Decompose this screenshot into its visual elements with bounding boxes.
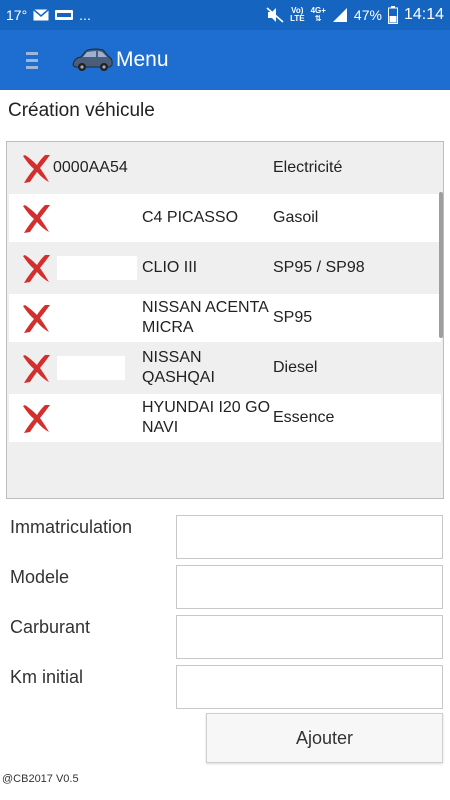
- vehicle-model: [142, 144, 272, 192]
- battery-icon: [387, 6, 398, 24]
- list-scrollbar[interactable]: [439, 192, 443, 338]
- redacted-plate: [57, 356, 125, 380]
- delete-icon[interactable]: [19, 401, 53, 435]
- vehicle-row[interactable]: NISSAN QASHQAI Diesel: [9, 344, 441, 392]
- redacted-plate: [57, 256, 137, 280]
- app-bar-title: Menu: [116, 48, 169, 71]
- carburant-input[interactable]: [176, 615, 443, 659]
- mute-icon: [266, 7, 284, 23]
- delete-icon[interactable]: [19, 351, 53, 385]
- vehicle-row[interactable]: 0000AA54 Electricité: [9, 144, 441, 192]
- vehicle-model: C4 PICASSO: [142, 209, 239, 226]
- modele-input[interactable]: [176, 565, 443, 609]
- vehicle-fuel: Diesel: [273, 359, 318, 376]
- vehicle-list[interactable]: 0000AA54 Electricité C4 PICASSO Gasoil C…: [6, 141, 444, 499]
- mail-icon: [33, 9, 50, 21]
- version-footer: @CB2017 V0.5: [2, 773, 79, 785]
- delete-icon[interactable]: [19, 301, 53, 335]
- vehicle-model: CLIO III: [142, 259, 198, 276]
- immatriculation-label: Immatriculation: [10, 517, 133, 537]
- page-title: Création véhicule: [8, 100, 155, 121]
- battery-percent: 47%: [353, 7, 382, 23]
- temperature-text: 17°: [6, 7, 28, 23]
- immatriculation-input[interactable]: [176, 515, 443, 559]
- delete-icon[interactable]: [19, 201, 53, 235]
- car-logo-icon: [72, 48, 113, 71]
- vehicle-fuel: Essence: [273, 409, 335, 426]
- vehicle-fuel: Electricité: [273, 159, 343, 176]
- more-notifications: ...: [79, 7, 91, 23]
- vehicle-fuel: Gasoil: [273, 209, 319, 226]
- vehicle-row[interactable]: HYUNDAI I20 GO NAVI Essence: [9, 394, 441, 442]
- menu-toggle-button[interactable]: [8, 30, 56, 90]
- vehicle-row[interactable]: NISSAN ACENTA MICRA SP95: [9, 294, 441, 342]
- network-type-indicator: 4G+ ⇅: [310, 6, 326, 23]
- volte-indicator: Vo) LTE: [290, 6, 305, 23]
- carburant-label: Carburant: [10, 617, 91, 637]
- vehicle-plate: 0000AA54: [53, 159, 128, 176]
- vehicle-model: HYUNDAI I20 GO NAVI: [142, 399, 271, 436]
- delete-icon[interactable]: [19, 151, 53, 185]
- vehicle-row[interactable]: C4 PICASSO Gasoil: [9, 194, 441, 242]
- vehicle-model: NISSAN ACENTA MICRA: [142, 299, 268, 336]
- app-notification-icon: [55, 9, 74, 21]
- vehicle-fuel: SP95: [273, 309, 313, 326]
- km-initial-label: Km initial: [10, 667, 84, 687]
- vehicle-row[interactable]: CLIO III SP95 / SP98: [9, 244, 441, 292]
- km-initial-input[interactable]: [176, 665, 443, 709]
- status-bar: 17° ... Vo) LTE 4G+ ⇅ 47% 14:14: [0, 0, 450, 30]
- clock: 14:14: [403, 6, 444, 23]
- signal-icon: [332, 7, 348, 23]
- delete-icon[interactable]: [19, 251, 53, 285]
- add-button[interactable]: Ajouter: [206, 713, 443, 763]
- app-bar: Menu: [0, 30, 450, 90]
- vehicle-fuel: SP95 / SP98: [273, 259, 365, 276]
- hamburger-icon: [26, 50, 38, 71]
- vehicle-model: NISSAN QASHQAI: [142, 349, 215, 386]
- modele-label: Modele: [10, 567, 70, 587]
